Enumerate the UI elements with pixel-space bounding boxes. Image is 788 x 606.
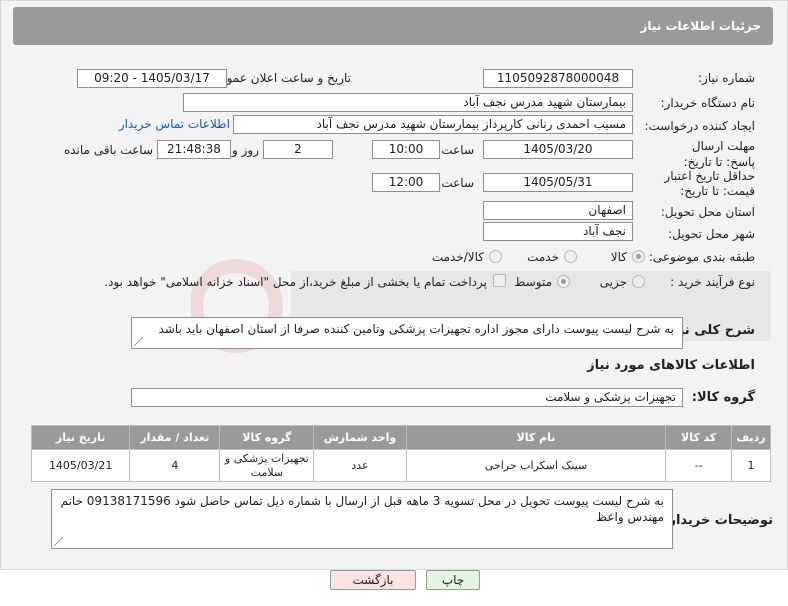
col-header-date: تاریخ نیاز: [30, 425, 131, 450]
col-header-name: نام کالا: [405, 425, 667, 450]
treasury-payment-note: پرداخت تمام یا بخشی از مبلغ خرید،از محل …: [104, 275, 487, 289]
remaining-time-field: 21:48:38: [157, 140, 231, 159]
page-header: جزئیات اطلاعات نیاز: [13, 7, 773, 45]
details-panel: جزئیات اطلاعات نیاز شماره نیاز: 11050928…: [0, 0, 788, 570]
goods-group-field: تجهیزات پزشکی و سلامت: [131, 388, 683, 407]
category-option-goods-service: کالا/خدمت: [431, 250, 484, 264]
category-option-service: خدمت: [527, 250, 559, 264]
reply-deadline-label: مهلت ارسال پاسخ: تا تاریخ:: [683, 139, 755, 169]
requester-field: مسیب احمدی رنانی کارپرداز بیمارستان شهید…: [233, 115, 633, 134]
cell-row-number: 1: [730, 449, 772, 482]
category-radio-goods-service[interactable]: [489, 250, 502, 263]
col-header-unit: واحد شمارش: [313, 425, 407, 450]
days-label: روز و: [232, 143, 259, 157]
remaining-label: ساعت باقی مانده: [63, 143, 153, 157]
reply-deadline-date: 1405/03/20: [483, 140, 633, 159]
cell-name: سینک اسکراب جراحی: [405, 449, 667, 482]
need-number-field: 1105092878000048: [483, 69, 633, 88]
process-radio-medium[interactable]: [557, 275, 570, 288]
requester-label: ایجاد کننده درخواست:: [644, 119, 755, 133]
delivery-city-field: نجف آباد: [483, 222, 633, 241]
cell-group: تجهیزات پزشکی و سلامت: [219, 449, 315, 482]
print-button[interactable]: چاپ: [426, 570, 480, 590]
reply-time-label: ساعت: [441, 143, 474, 157]
buyer-org-field: بیمارستان شهید مدرس نجف آباد: [183, 93, 633, 112]
category-radio-service[interactable]: [564, 250, 577, 263]
category-label: طبقه بندی موضوعی:: [648, 250, 755, 264]
process-option-minor: جزیی: [599, 275, 627, 289]
category-radio-goods[interactable]: [632, 250, 645, 263]
goods-table-header: ردیف کد کالا نام کالا واحد شمارش گروه کا…: [30, 425, 772, 450]
announce-datetime-field: 1405/03/17 - 09:20: [77, 69, 227, 88]
buyer-contact-link[interactable]: اطلاعات تماس خریدار: [119, 117, 230, 131]
buyer-notes-text: به شرح لیست پیوست تحویل در محل تسویه 3 م…: [60, 494, 664, 524]
process-type-label: نوع فرآیند خرید :: [670, 275, 755, 289]
reply-deadline-time: 10:00: [372, 140, 440, 159]
back-button[interactable]: بازگشت: [330, 570, 416, 590]
delivery-province-field: اصفهان: [483, 201, 633, 220]
col-header-code: کد کالا: [665, 425, 732, 450]
col-header-row: ردیف: [730, 425, 772, 450]
goods-table: ردیف کد کالا نام کالا واحد شمارش گروه کا…: [30, 425, 772, 482]
cell-date: 1405/03/21: [30, 449, 131, 482]
buyer-notes-field: به شرح لیست پیوست تحویل در محل تسویه 3 م…: [51, 489, 673, 549]
col-header-qty: تعداد / مقدار: [129, 425, 221, 450]
cell-code: --: [665, 449, 732, 482]
goods-section-title: اطلاعات کالاهای مورد نیاز: [587, 358, 755, 373]
price-validity-date: 1405/05/31: [483, 173, 633, 192]
cell-qty: 4: [129, 449, 221, 482]
treasury-payment-checkbox[interactable]: [493, 274, 506, 287]
price-validity-time: 12:00: [372, 173, 440, 192]
buyer-org-label: نام دستگاه خریدار:: [660, 96, 756, 110]
goods-group-label: گروه کالا:: [691, 390, 755, 405]
announce-datetime-label: تاریخ و ساعت اعلان عمومی:: [206, 71, 351, 85]
general-description-text: به شرح لیست پیوست دارای مجوز اداره تجهیز…: [158, 322, 675, 336]
table-row: 1 -- سینک اسکراب جراحی عدد تجهیزات پزشکی…: [30, 449, 772, 482]
resize-handle-icon[interactable]: [134, 337, 143, 346]
remaining-days-field: 2: [263, 140, 333, 159]
resize-handle-icon[interactable]: [54, 537, 63, 546]
price-time-label: ساعت: [441, 176, 474, 190]
process-radio-minor[interactable]: [632, 275, 645, 288]
need-number-label: شماره نیاز:: [698, 71, 755, 85]
general-description-field: به شرح لیست پیوست دارای مجوز اداره تجهیز…: [131, 317, 683, 349]
delivery-city-label: شهر محل تحویل:: [668, 227, 755, 241]
delivery-province-label: استان محل تحویل:: [660, 205, 755, 219]
buyer-notes-label: توضیحات خریدار:: [663, 513, 773, 528]
price-validity-label: حداقل تاریخ اعتبار قیمت: تا تاریخ:: [664, 169, 755, 198]
category-option-goods: کالا: [610, 250, 627, 264]
col-header-group: گروه کالا: [219, 425, 315, 450]
process-option-medium: متوسط: [514, 275, 552, 289]
cell-unit: عدد: [313, 449, 407, 482]
